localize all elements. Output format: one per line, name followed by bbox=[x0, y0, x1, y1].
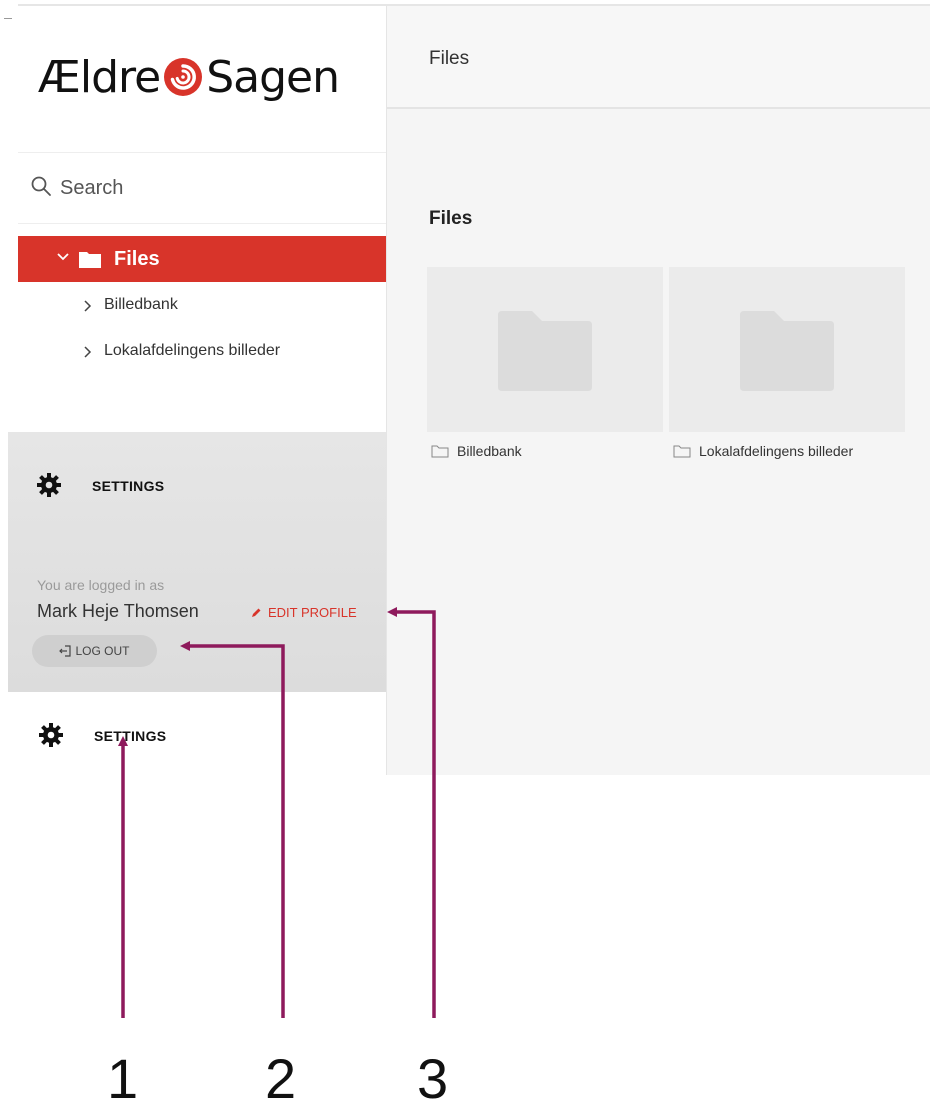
annotation-arrows bbox=[118, 607, 436, 1018]
annotation-arrow-3 bbox=[387, 607, 436, 1018]
callout-number-1: 1 bbox=[107, 1047, 139, 1110]
callout-number-3: 3 bbox=[417, 1047, 449, 1110]
callout-number-2: 2 bbox=[265, 1047, 297, 1110]
annotation-arrow-2 bbox=[180, 641, 285, 1018]
